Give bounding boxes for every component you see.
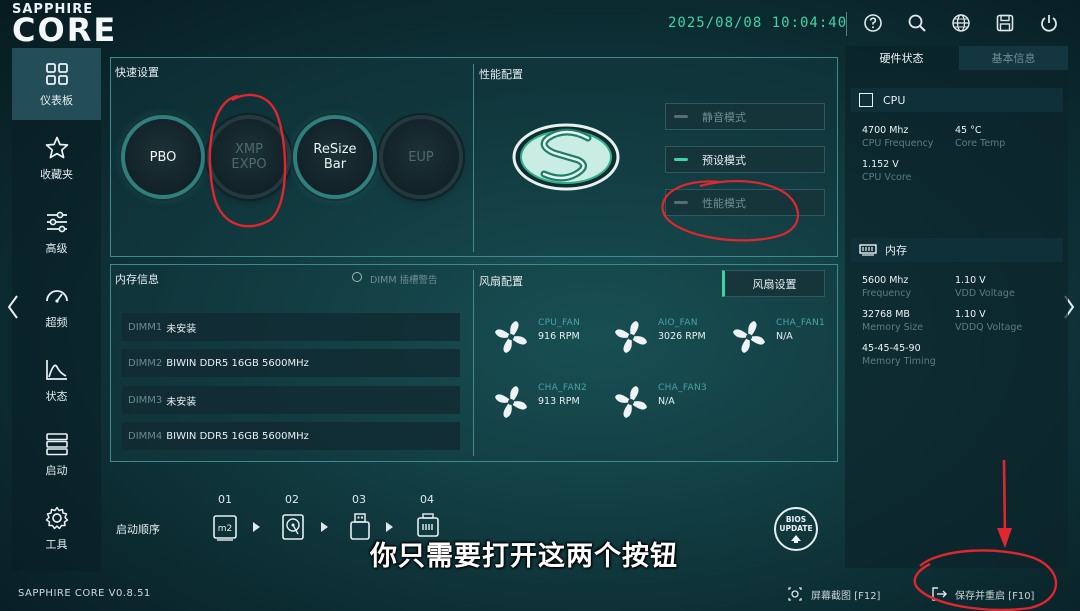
version-label: SAPPHIRE CORE V0.8.51 [18, 588, 151, 599]
toolbar-divider [846, 12, 847, 36]
dimm-slot-row: DIMM4 BIWIN DDR5 16GB 5600MHz [122, 422, 460, 450]
fan-icon [495, 386, 527, 418]
help-icon[interactable] [862, 12, 884, 34]
dimm-slot-row: DIMM3 未安装 [122, 386, 460, 414]
m2-drive-icon[interactable]: m2 [211, 512, 239, 542]
top-bar: SAPPHIRE CORE 2025/08/08 10:04:40 [0, 0, 1080, 46]
nav-item-tools[interactable]: 工具 [12, 492, 101, 564]
boot-list-icon [45, 432, 68, 455]
globe-icon[interactable] [950, 12, 972, 34]
cpu-icon [859, 93, 873, 107]
power-icon[interactable] [1038, 12, 1060, 34]
nav-label: 启动 [45, 463, 68, 477]
boot-order-number: 03 [352, 493, 366, 506]
memory-timing: 45-45-45-90 Memory Timing [862, 343, 936, 367]
fan-icon [495, 321, 527, 353]
gear-icon [45, 506, 68, 529]
boot-order-title: 启动顺序 [116, 523, 160, 536]
boot-order-number: 01 [218, 493, 232, 506]
gauge-icon [45, 289, 68, 303]
panel-divider [473, 270, 474, 456]
sliders-icon [46, 211, 67, 232]
nav-item-status[interactable]: 状态 [12, 344, 101, 416]
datetime-display: 2025/08/08 10:04:40 [668, 15, 848, 31]
quiet-mode-button[interactable]: 静音模式 [665, 103, 825, 130]
prev-page-arrow-icon[interactable] [6, 293, 20, 321]
eup-toggle-button[interactable]: EUP [383, 119, 459, 195]
tab-hardware-status[interactable]: 硬件状态 [845, 46, 958, 70]
search-icon[interactable] [906, 12, 928, 34]
dimm-warning-label: DIMM 插槽警告 [370, 275, 438, 286]
svg-text:m2: m2 [218, 524, 233, 534]
fan-status-aio: AIO_FAN 3026 RPM [612, 318, 706, 356]
memory-frequency: 5600 Mhz Frequency [862, 275, 912, 299]
save-icon[interactable] [994, 12, 1016, 34]
brand-line2: CORE [12, 11, 118, 49]
nav-item-boot[interactable]: 启动 [12, 418, 101, 490]
screenshot-button[interactable]: 屏幕截图 [F12] [787, 583, 880, 605]
dimm-slot-row: DIMM1 未安装 [122, 313, 460, 341]
nav-label: 高级 [45, 241, 68, 255]
star-icon [45, 136, 68, 158]
dimm-slot-row: DIMM2 BIWIN DDR5 16GB 5600MHz [122, 349, 460, 377]
nav-item-advanced[interactable]: 高级 [12, 196, 101, 268]
resize-bar-toggle-button[interactable]: ReSize Bar [297, 119, 373, 195]
boot-arrow [386, 522, 393, 532]
nav-label: 仪表板 [40, 93, 73, 107]
nav-label: 工具 [45, 537, 68, 551]
boot-arrow [253, 522, 260, 532]
bios-update-button[interactable]: BIOS UPDATE [774, 507, 818, 551]
preset-mode-button[interactable]: 预设模式 [665, 146, 825, 173]
nav-label: 超频 [45, 315, 68, 329]
boot-order-number: 02 [285, 493, 299, 506]
boot-arrow [321, 522, 328, 532]
boot-order-number: 04 [420, 493, 434, 506]
fan-icon [733, 321, 765, 353]
memory-vdd: 1.10 V VDD Voltage [955, 275, 1015, 299]
performance-title: 性能配置 [479, 68, 523, 81]
camera-icon [788, 587, 802, 601]
chart-icon [45, 359, 67, 380]
xmp-expo-toggle-button[interactable]: XMP EXPO [211, 119, 287, 195]
hardware-status-panel: 硬件状态 基本信息 CPU 4700 Mhz CPU Frequency 45 °… [845, 46, 1068, 568]
arrow-up-icon [791, 534, 801, 543]
cpu-section-header: CPU [851, 88, 1063, 112]
fan-settings-button[interactable]: 风扇设置 [722, 270, 825, 297]
panel-divider [473, 64, 474, 252]
ram-icon [859, 244, 877, 256]
save-and-restart-button[interactable]: 保存并重启 [F10] [931, 583, 1034, 605]
fan-icon [615, 386, 647, 418]
dimm-warning-radio[interactable] [352, 272, 362, 282]
nav-item-favorites[interactable]: 收藏夹 [12, 122, 101, 194]
memory-vddq: 1.10 V VDDQ Voltage [955, 309, 1023, 333]
nav-item-overclock[interactable]: 超频 [12, 270, 101, 342]
brand-logo: SAPPHIRE CORE [12, 2, 118, 49]
cpu-frequency: 4700 Mhz CPU Frequency [862, 125, 934, 149]
fan-status-cpu: CPU_FAN 916 RPM [492, 318, 580, 356]
fan-status-cha3: CHA_FAN3 N/A [612, 383, 707, 421]
nav-label: 收藏夹 [40, 167, 73, 181]
nav-label: 状态 [45, 389, 68, 403]
memory-info-title: 内存信息 [115, 273, 159, 286]
fan-status-cha2: CHA_FAN2 913 RPM [492, 383, 587, 421]
fan-status-cha1: CHA_FAN1 N/A [730, 318, 825, 356]
dashboard-icon [45, 62, 68, 85]
cpu-vcore: 1.152 V CPU Vcore [862, 159, 912, 183]
video-subtitle: 你只需要打开这两个按钮 [370, 541, 678, 572]
pbo-toggle-button[interactable]: PBO [125, 119, 201, 195]
cpu-temp: 45 °C Core Temp [955, 125, 1006, 149]
performance-mode-button[interactable]: 性能模式 [665, 189, 825, 216]
sapphire-logo-icon [512, 123, 620, 191]
fan-icon [615, 321, 647, 353]
quick-settings-title: 快速设置 [115, 66, 159, 79]
tab-basic-info[interactable]: 基本信息 [959, 46, 1068, 70]
left-nav: 仪表板 收藏夹 高级 超频 状态 启动 工具 [12, 46, 101, 571]
memory-section-header: 内存 [851, 238, 1063, 262]
hdd-icon[interactable] [279, 512, 307, 542]
nav-item-dashboard[interactable]: 仪表板 [12, 48, 101, 120]
exit-icon [932, 587, 947, 601]
fan-config-title: 风扇配置 [479, 275, 523, 288]
memory-size: 32768 MB Memory Size [862, 309, 924, 333]
